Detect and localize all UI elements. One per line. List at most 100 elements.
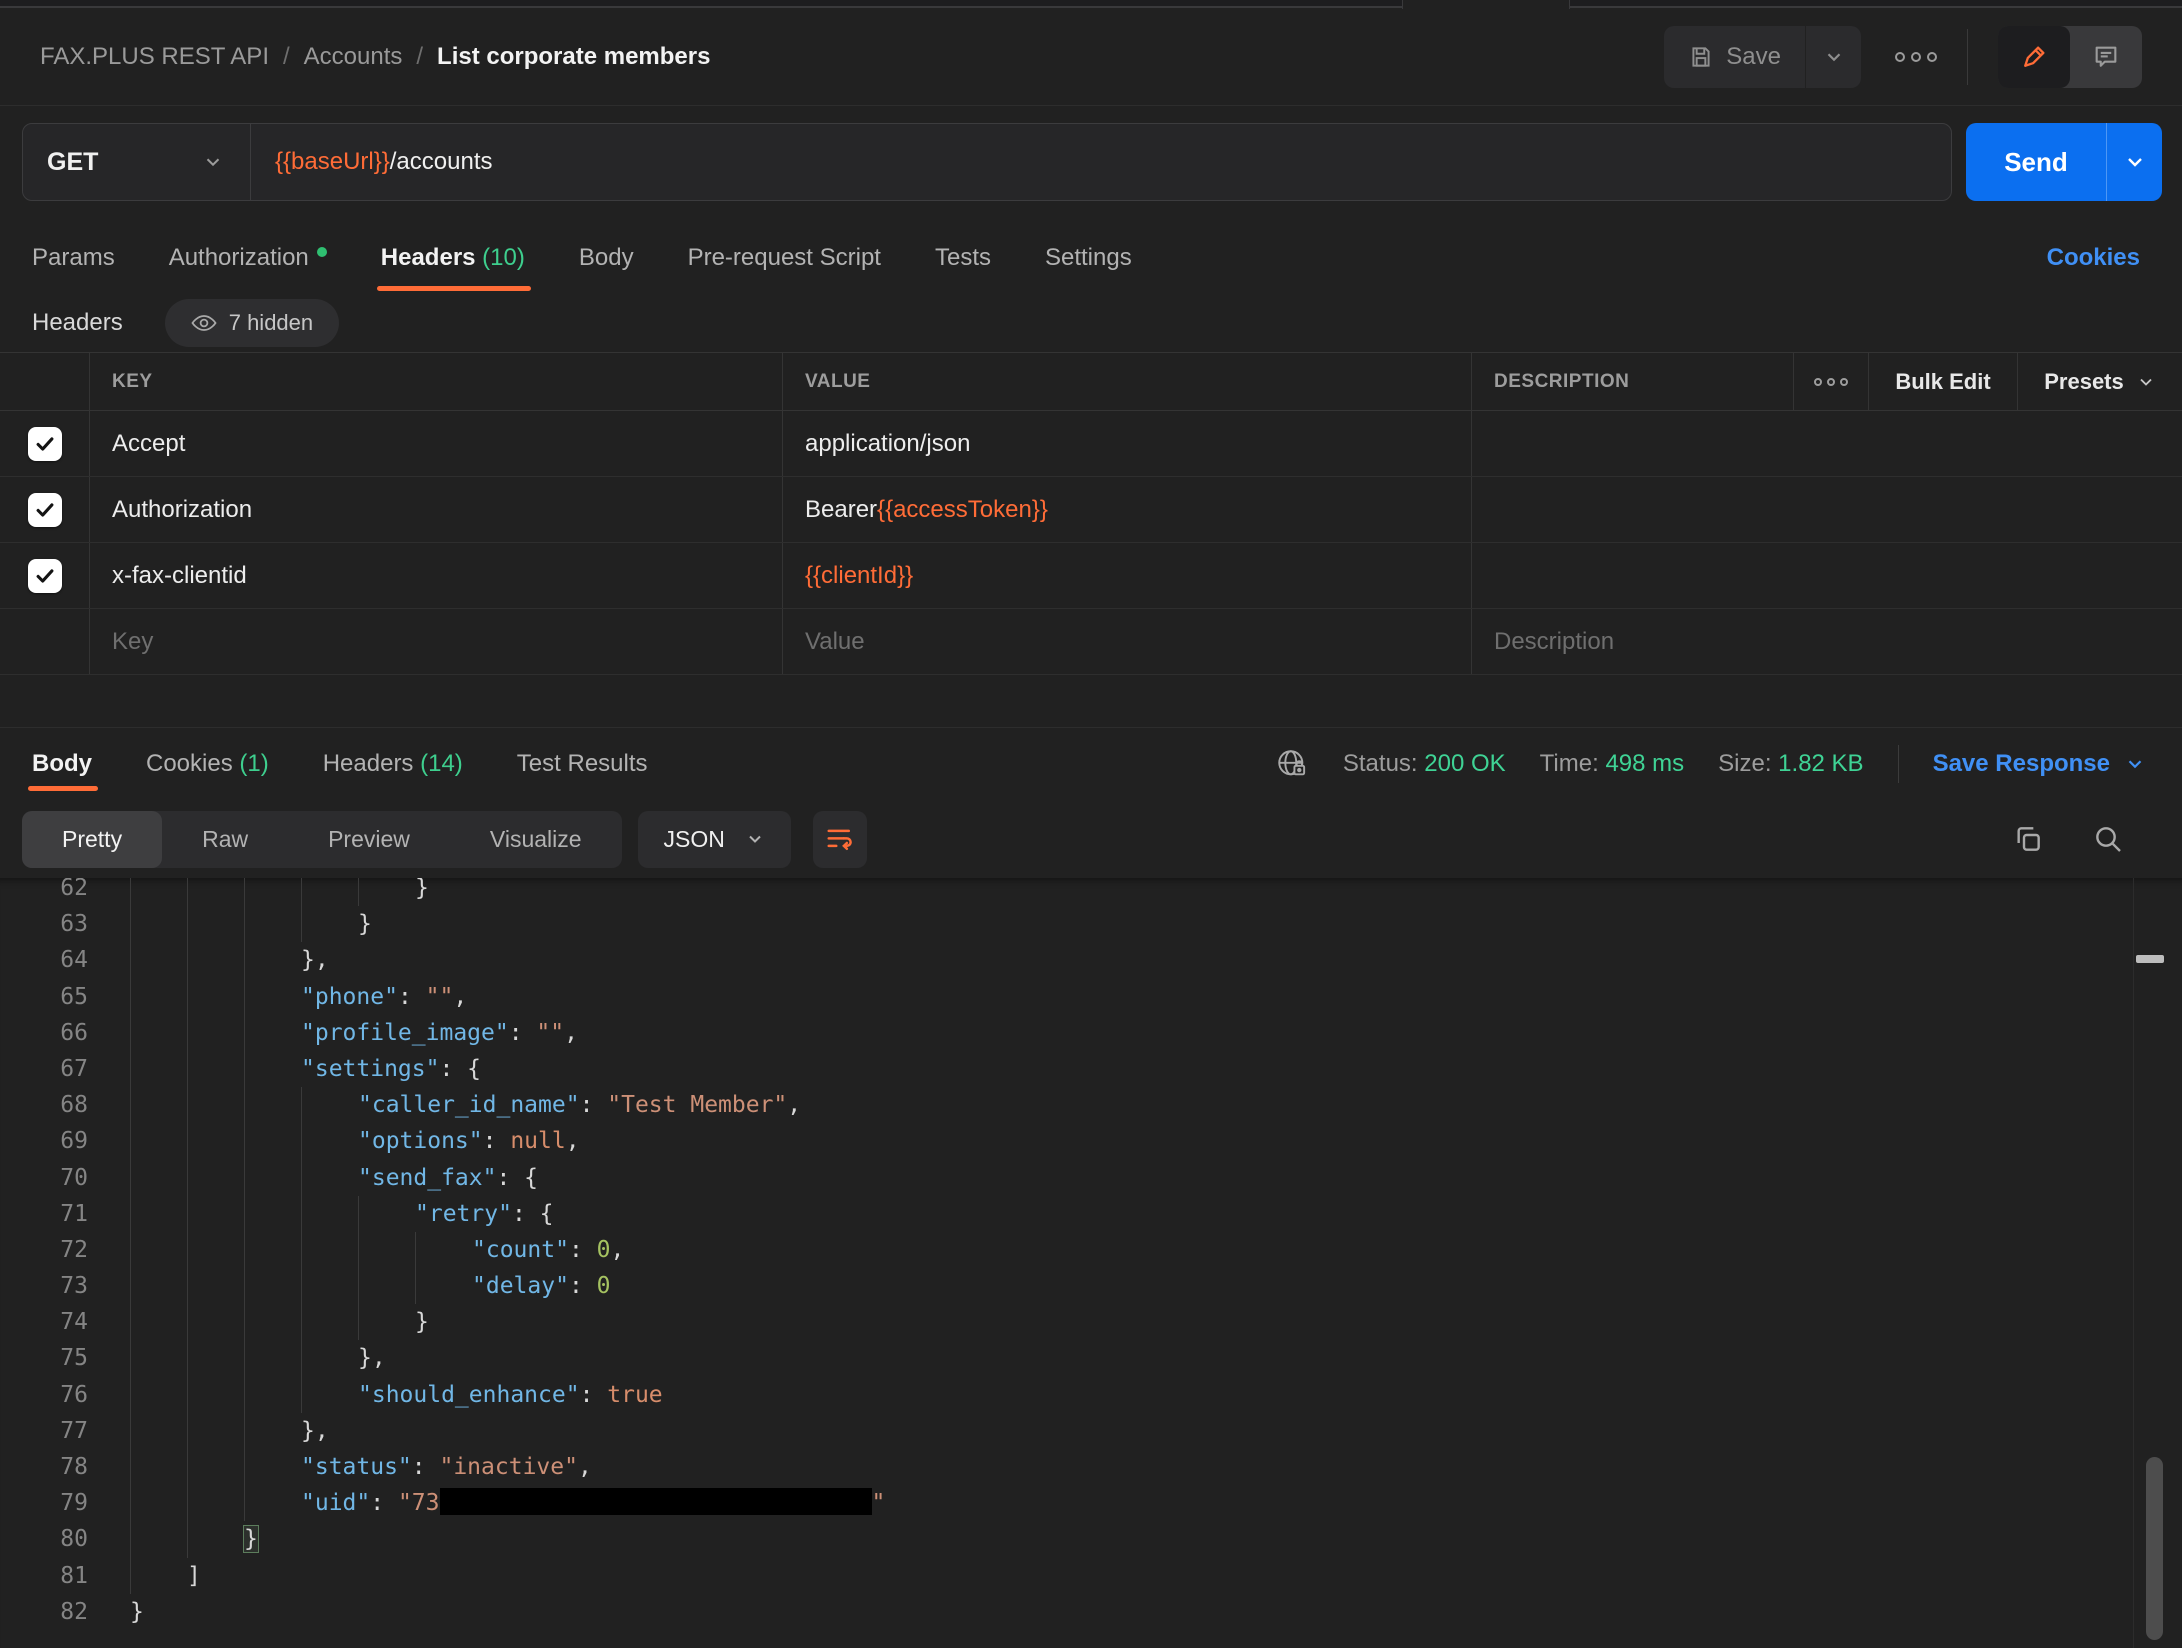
description-input-placeholder[interactable]: Description	[1472, 609, 2182, 674]
send-button[interactable]: Send	[1966, 123, 2106, 201]
copy-icon[interactable]	[2012, 823, 2044, 855]
indent-guide	[130, 1340, 131, 1377]
tab-settings[interactable]: Settings	[1045, 244, 1132, 272]
tab-authorization[interactable]: Authorization	[169, 244, 327, 272]
scrollbar-indicator[interactable]	[2136, 955, 2164, 963]
response-tab-cookies[interactable]: Cookies (1)	[146, 750, 269, 778]
header-key-cell[interactable]: Authorization	[90, 477, 783, 542]
code-text: }	[358, 906, 372, 942]
url-variable: {{baseUrl}}	[275, 148, 390, 175]
network-globe-icon[interactable]	[1275, 747, 1309, 781]
breadcrumb-collection[interactable]: FAX.PLUS REST API	[40, 43, 269, 71]
url-input[interactable]: {{baseUrl}}/accounts	[251, 124, 493, 200]
header-enabled-checkbox[interactable]	[27, 558, 62, 593]
mode-preview[interactable]: Preview	[288, 811, 450, 868]
tab-body[interactable]: Body	[579, 244, 634, 272]
header-key-cell[interactable]: Accept	[90, 411, 783, 476]
tab-label: Pre-request Script	[687, 244, 881, 271]
json-key: "caller_id_name"	[358, 1092, 580, 1119]
header-value-cell[interactable]: {{clientId}}	[783, 543, 1472, 608]
response-tab-body[interactable]: Body	[28, 750, 98, 791]
tab-count-badge: (10)	[482, 244, 525, 271]
indent-guide	[130, 1449, 131, 1486]
save-response-button[interactable]: Save Response	[1933, 750, 2146, 778]
tab-headers[interactable]: Headers (10)	[376, 244, 531, 291]
row-checkbox-cell	[0, 543, 90, 608]
indent-guide	[130, 1123, 131, 1160]
row-checkbox-cell	[0, 477, 90, 542]
size-value[interactable]: 1.82 KB	[1778, 750, 1863, 777]
tab-tests[interactable]: Tests	[935, 244, 991, 272]
json-token: }	[130, 1598, 144, 1625]
hidden-headers-toggle[interactable]: 7 hidden	[164, 299, 340, 347]
code-text: "delay": 0	[472, 1268, 611, 1304]
column-value: VALUE	[783, 353, 1472, 410]
code-line: 81]	[0, 1557, 2182, 1594]
indent-guide	[187, 878, 188, 907]
tab-params[interactable]: Params	[32, 244, 115, 272]
status-value[interactable]: 200 OK	[1424, 750, 1505, 777]
header-description-cell[interactable]	[1472, 543, 2182, 608]
indent-guide	[187, 1231, 188, 1269]
indent-guide	[187, 1087, 188, 1124]
more-options-button[interactable]	[1895, 51, 1937, 62]
url-path: /accounts	[389, 148, 493, 175]
wrap-text-button[interactable]	[812, 810, 867, 868]
search-icon[interactable]	[2092, 823, 2124, 855]
wrap-text-icon	[827, 829, 852, 850]
edit-mode-button[interactable]	[1998, 25, 2070, 88]
language-select[interactable]: JSON	[637, 810, 791, 868]
save-options-button[interactable]	[1805, 25, 1861, 88]
header-enabled-checkbox[interactable]	[27, 492, 62, 527]
header-key-cell[interactable]: x-fax-clientid	[90, 543, 783, 608]
scrollbar-thumb[interactable]	[2146, 1457, 2163, 1640]
header-value-cell[interactable]: application/json	[783, 411, 1472, 476]
method-select[interactable]: GET	[23, 124, 251, 200]
send-options-button[interactable]	[2106, 123, 2162, 201]
header-description-cell[interactable]	[1472, 411, 2182, 476]
indent-guide	[244, 1159, 245, 1196]
headers-table-header: KEY VALUE DESCRIPTION Bulk Edit Presets	[0, 353, 2182, 411]
mode-visualize[interactable]: Visualize	[450, 811, 622, 868]
header-value-cell[interactable]: Bearer {{accessToken}}	[783, 477, 1472, 542]
divider	[1897, 745, 1899, 783]
header-description-cell[interactable]	[1472, 477, 2182, 542]
header-enabled-checkbox[interactable]	[27, 426, 62, 461]
key-input-placeholder[interactable]: Key	[90, 609, 783, 674]
row-checkbox-cell	[0, 609, 90, 674]
mode-pretty[interactable]: Pretty	[22, 810, 163, 868]
code-text: }	[130, 1594, 144, 1630]
indent-guide	[301, 1087, 302, 1124]
indent-guide	[358, 1231, 359, 1269]
json-token: 0	[596, 1236, 611, 1263]
save-button-group: Save	[1664, 25, 1861, 88]
response-tab-test-results[interactable]: Test Results	[517, 750, 648, 778]
indent-guide	[130, 1485, 131, 1522]
cookies-link[interactable]: Cookies	[2047, 244, 2140, 272]
response-meta-bar: Body Cookies (1) Headers (14) Test Results …	[0, 727, 2182, 800]
code-text: },	[358, 1340, 386, 1376]
code-text: }	[415, 878, 429, 906]
response-body-viewer[interactable]: 62} 63} 64}, 65 "phone": "", 66 "profile_image…	[0, 878, 2182, 1648]
json-token: : {	[496, 1164, 539, 1191]
code-line: 67 "settings": {	[0, 1050, 2182, 1088]
bulk-edit-button[interactable]: Bulk Edit	[1869, 353, 2018, 410]
comments-button[interactable]	[2070, 26, 2142, 88]
tab-pre-request-script[interactable]: Pre-request Script	[688, 244, 881, 272]
indent-guide	[301, 1268, 302, 1305]
response-tab-headers[interactable]: Headers (14)	[323, 750, 463, 778]
line-number: 82	[60, 1598, 88, 1625]
indent-guide	[244, 1231, 245, 1269]
table-more-options-button[interactable]	[1794, 353, 1869, 410]
breadcrumb: FAX.PLUS REST API / Accounts / List corp…	[40, 43, 710, 71]
time-value[interactable]: 498 ms	[1605, 750, 1684, 777]
value-input-placeholder[interactable]: Value	[783, 609, 1472, 674]
status-label: Status:	[1342, 750, 1418, 777]
indent-guide	[244, 906, 245, 943]
mode-raw[interactable]: Raw	[162, 811, 288, 868]
json-key: "delay"	[472, 1273, 569, 1300]
save-button[interactable]: Save	[1664, 25, 1805, 88]
presets-button[interactable]: Presets	[2018, 353, 2182, 410]
json-key: "should_enhance"	[358, 1381, 580, 1408]
breadcrumb-folder[interactable]: Accounts	[304, 43, 403, 71]
